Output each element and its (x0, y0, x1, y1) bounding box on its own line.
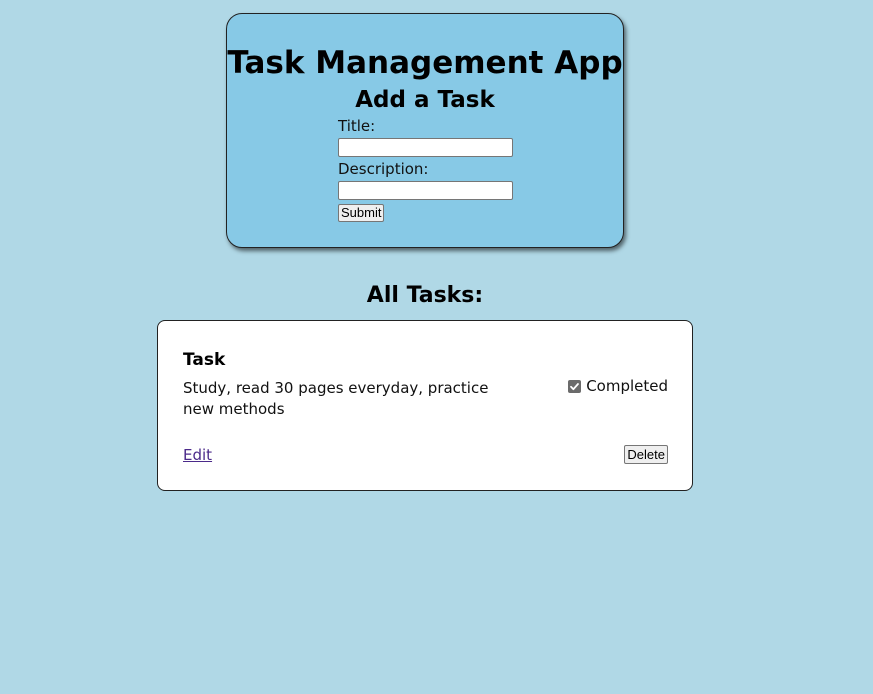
delete-button[interactable]: Delete (624, 445, 668, 464)
completed-checkbox[interactable] (568, 379, 582, 393)
title-input[interactable] (338, 138, 513, 157)
description-input[interactable] (338, 181, 513, 200)
description-label: Description: (338, 160, 429, 178)
add-task-card: Task Management App Add a Task Title: De… (226, 13, 624, 248)
task-description: Study, read 30 pages everyday, practice … (183, 379, 489, 418)
checkmark-icon (570, 382, 580, 390)
submit-button[interactable]: Submit (338, 204, 385, 222)
task-title: Task (183, 350, 226, 370)
edit-link[interactable]: Edit (183, 446, 212, 464)
add-task-heading: Add a Task (355, 87, 495, 113)
app-title: Task Management App (227, 45, 623, 81)
title-label: Title: (338, 117, 376, 135)
completed-label: Completed (586, 377, 668, 395)
completed-toggle[interactable]: Completed (568, 377, 668, 395)
all-tasks-heading: All Tasks: (366, 283, 484, 308)
task-card: Task Study, read 30 pages everyday, prac… (157, 320, 693, 491)
